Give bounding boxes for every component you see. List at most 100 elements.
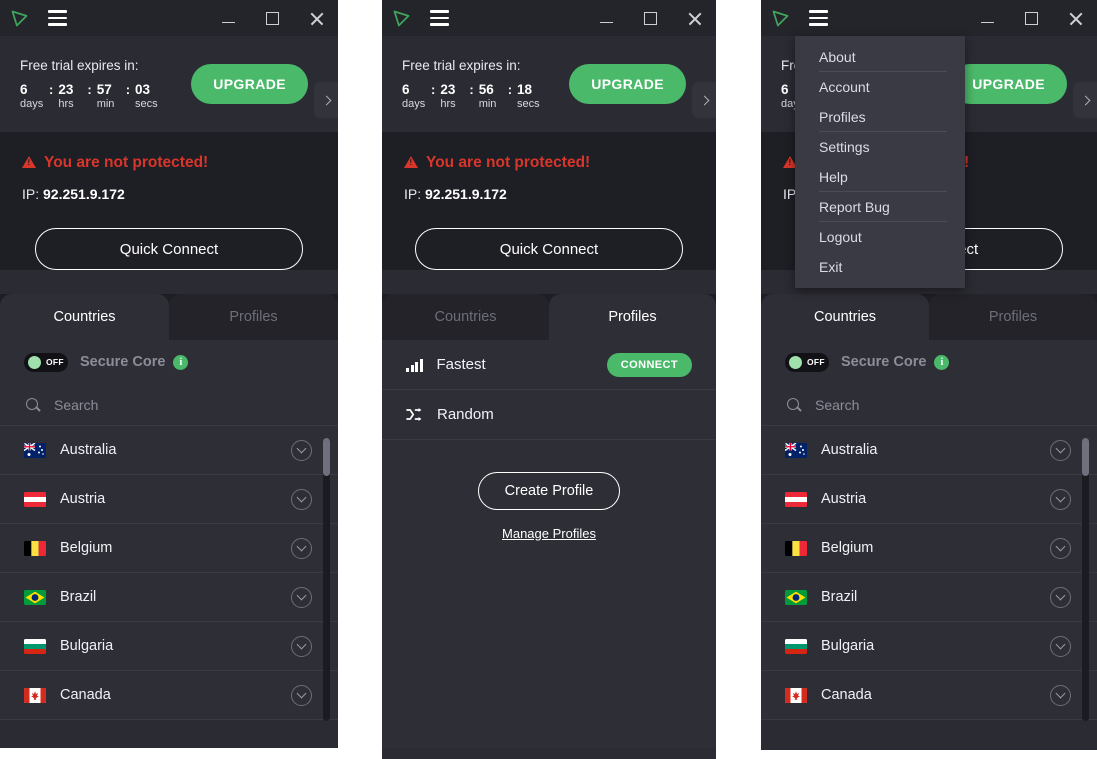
create-profile-button[interactable]: Create Profile xyxy=(477,472,621,510)
chevron-down-icon[interactable] xyxy=(291,488,312,510)
close-button[interactable] xyxy=(294,0,338,36)
title-bar xyxy=(761,0,1097,36)
menu-item-help[interactable]: Help xyxy=(795,162,965,192)
country-name: Belgium xyxy=(821,540,874,556)
hamburger-menu-icon[interactable] xyxy=(420,0,458,36)
close-button[interactable] xyxy=(1053,0,1097,36)
secure-core-row: OFF Secure Core i xyxy=(761,340,1097,384)
table-row[interactable]: Brazil xyxy=(761,573,1097,622)
search-input[interactable] xyxy=(54,396,254,413)
scrollbar-thumb[interactable] xyxy=(323,438,330,476)
countdown-sep: : xyxy=(49,82,54,97)
country-name: Canada xyxy=(60,687,111,703)
chevron-down-icon[interactable] xyxy=(291,439,312,461)
table-row[interactable]: Bulgaria xyxy=(0,622,338,671)
countdown-min: 56 min xyxy=(479,82,508,112)
info-icon[interactable]: i xyxy=(173,354,189,370)
chevron-down-icon[interactable] xyxy=(1050,684,1071,706)
minimize-button[interactable] xyxy=(206,0,250,36)
tab-countries[interactable]: Countries xyxy=(761,294,929,340)
maximize-button[interactable] xyxy=(628,0,672,36)
maximize-button[interactable] xyxy=(250,0,294,36)
hamburger-menu-icon[interactable] xyxy=(38,0,76,36)
country-name: Austria xyxy=(60,491,106,507)
menu-item-settings[interactable]: Settings xyxy=(795,132,965,162)
country-list-scrollbar[interactable] xyxy=(1082,438,1089,721)
list-item[interactable]: Fastest CONNECT xyxy=(382,340,716,390)
menu-item-logout[interactable]: Logout xyxy=(795,222,965,252)
table-row[interactable]: Canada xyxy=(761,671,1097,720)
upgrade-button[interactable]: UPGRADE xyxy=(950,64,1067,104)
quick-connect-button[interactable]: Quick Connect xyxy=(415,228,683,270)
table-row[interactable]: Brazil xyxy=(0,573,338,622)
banner-next-button[interactable] xyxy=(692,82,716,118)
quick-connect-button[interactable]: Quick Connect xyxy=(35,228,303,270)
manage-profiles-link[interactable]: Manage Profiles xyxy=(502,526,596,541)
table-row[interactable]: Belgium xyxy=(761,524,1097,573)
menu-item-exit[interactable]: Exit xyxy=(795,252,965,282)
tab-profiles[interactable]: Profiles xyxy=(549,294,716,340)
table-row[interactable]: Belgium xyxy=(0,524,338,573)
table-row[interactable]: Canada xyxy=(0,671,338,720)
list-item[interactable]: Random xyxy=(382,390,716,440)
table-row[interactable]: Australia xyxy=(761,426,1097,475)
countdown-hrs-value: 23 xyxy=(440,82,456,97)
chevron-down-icon[interactable] xyxy=(1050,488,1071,510)
search-row[interactable] xyxy=(761,384,1097,426)
chevron-down-icon[interactable] xyxy=(1050,439,1071,461)
profiles-panel: Fastest CONNECT Random Create Profile Ma… xyxy=(382,340,716,748)
hamburger-menu-icon[interactable] xyxy=(799,0,837,36)
chevron-down-icon[interactable] xyxy=(291,537,312,559)
table-row[interactable]: Australia xyxy=(0,426,338,475)
countdown-secs: 18 secs xyxy=(517,82,546,112)
connect-button[interactable]: CONNECT xyxy=(606,352,692,377)
upgrade-button[interactable]: UPGRADE xyxy=(191,64,308,104)
ip-value: 92.251.9.172 xyxy=(43,186,125,202)
scrollbar-thumb[interactable] xyxy=(1082,438,1089,476)
upgrade-button[interactable]: UPGRADE xyxy=(569,64,686,104)
country-name: Brazil xyxy=(60,589,97,605)
table-row[interactable]: Bulgaria xyxy=(761,622,1097,671)
tab-countries[interactable]: Countries xyxy=(0,294,169,340)
countdown-days-label: days xyxy=(402,98,426,110)
chevron-down-icon[interactable] xyxy=(1050,586,1071,608)
menu-item-profiles[interactable]: Profiles xyxy=(795,102,965,132)
tab-countries[interactable]: Countries xyxy=(382,294,549,340)
minimize-button[interactable] xyxy=(584,0,628,36)
maximize-button[interactable] xyxy=(1009,0,1053,36)
menu-item-report-bug[interactable]: Report Bug xyxy=(795,192,965,222)
tab-profiles[interactable]: Profiles xyxy=(929,294,1097,340)
banner-next-button[interactable] xyxy=(1073,82,1097,118)
search-row[interactable] xyxy=(0,384,338,426)
minimize-button[interactable] xyxy=(965,0,1009,36)
chevron-right-icon xyxy=(1080,95,1090,105)
chevron-down-icon[interactable] xyxy=(1050,635,1071,657)
chevron-down-icon[interactable] xyxy=(291,586,312,608)
countdown-sep: : xyxy=(431,82,436,97)
table-row[interactable]: Austria xyxy=(0,475,338,524)
menu-item-account[interactable]: Account xyxy=(795,72,965,102)
banner-next-button[interactable] xyxy=(314,82,338,118)
table-row[interactable]: Austria xyxy=(761,475,1097,524)
info-icon[interactable]: i xyxy=(934,354,950,370)
trial-info: Free trial expires in: 6 days : 23 hrs :… xyxy=(402,56,546,112)
chevron-right-icon xyxy=(321,95,331,105)
secure-core-toggle[interactable]: OFF xyxy=(24,352,68,372)
menu-item-about[interactable]: About xyxy=(795,42,965,72)
countdown-hrs-label: hrs xyxy=(440,98,456,110)
search-input[interactable] xyxy=(815,396,1015,413)
profile-actions: Create Profile Manage Profiles xyxy=(382,440,716,543)
close-button[interactable] xyxy=(672,0,716,36)
flag-ca xyxy=(785,687,807,703)
countdown-sep: : xyxy=(125,82,131,97)
countdown-secs-label: secs xyxy=(135,98,158,110)
chevron-down-icon[interactable] xyxy=(291,635,312,657)
tab-profiles[interactable]: Profiles xyxy=(169,294,338,340)
connection-status: You are not protected! IP: 92.251.9.172 … xyxy=(382,132,716,270)
warning-triangle-icon xyxy=(404,156,418,168)
chevron-down-icon[interactable] xyxy=(291,684,312,706)
secure-core-toggle[interactable]: OFF xyxy=(785,352,829,372)
search-icon xyxy=(26,397,40,412)
country-list-scrollbar[interactable] xyxy=(323,438,330,721)
chevron-down-icon[interactable] xyxy=(1050,537,1071,559)
